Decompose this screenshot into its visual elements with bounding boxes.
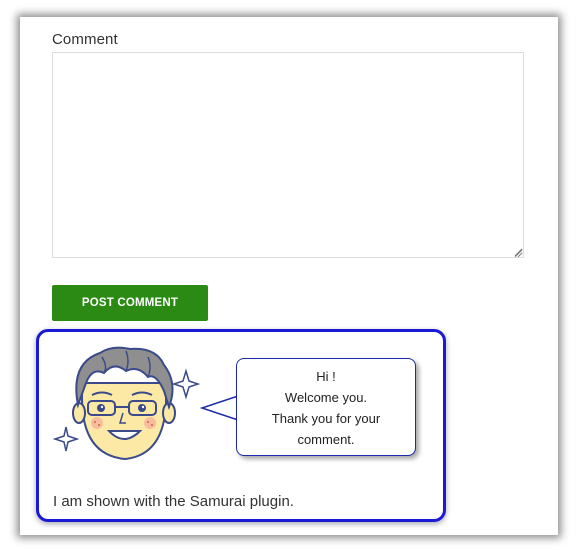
speech-bubble-tail [200,395,240,421]
samurai-caption: I am shown with the Samurai plugin. [53,493,294,510]
resize-grip-icon[interactable] [514,249,523,258]
sparkle-icon [52,426,80,452]
bubble-line: Hi ! [316,369,336,384]
bubble-line: Thank you for your [271,411,381,426]
speech-bubble: Hi ! Welcome you. Thank you for your com… [236,358,416,456]
comment-textarea[interactable] [52,52,524,258]
comment-label: Comment [52,31,118,48]
sparkle-icon [171,368,201,400]
bubble-line: comment. [297,432,355,447]
bubble-line: Welcome you. [284,390,368,405]
post-comment-button[interactable]: POST COMMENT [52,285,208,321]
smiling-man-with-glasses-icon [52,346,201,461]
